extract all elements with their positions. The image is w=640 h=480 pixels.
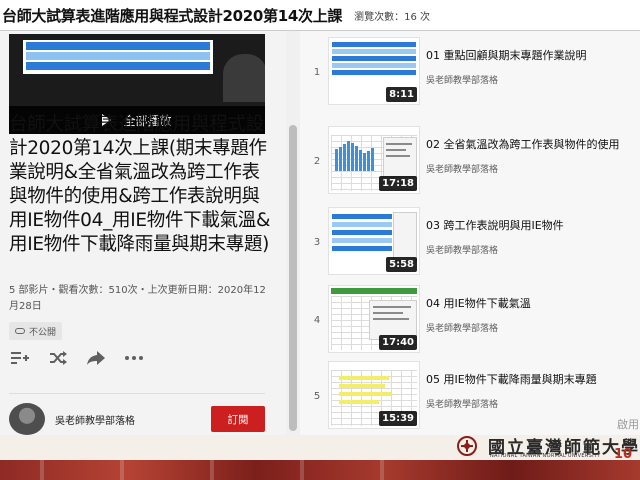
video-duration: 5:58 (386, 257, 417, 272)
channel-name[interactable]: 吳老師教學部落格 (55, 412, 211, 427)
slide-title: 台師大試算表進階應用與程式設計2020第14次上課 (2, 6, 343, 25)
sheet-band (332, 56, 416, 61)
university-logo-icon (457, 436, 477, 456)
playlist-video-item[interactable]: 2 17:18 02 全省氣溫改為跨工作表與物件的使用 吳老師教學部落格 (300, 122, 640, 200)
spreadsheet-preview (23, 40, 213, 74)
video-channel[interactable]: 吳老師教學部落格 (426, 397, 498, 410)
slide-header: 台師大試算表進階應用與程式設計2020第14次上課 瀏覽次數：16 次 (0, 0, 640, 30)
playlist-video-list: 1 8:11 01 重點回顧與期末專題作業說明 吳老師教學部落格 2 17:18… (300, 31, 640, 435)
link-icon (15, 328, 25, 334)
video-duration: 15:39 (379, 411, 417, 426)
video-title[interactable]: 01 重點回顧與期末專題作業說明 (426, 47, 638, 63)
playlist-video-item[interactable]: 5 15:39 05 用IE物件下載降雨量與期末專題 吳老師教學部落格 (300, 357, 640, 435)
video-index: 1 (313, 66, 321, 78)
video-thumbnail[interactable]: 15:39 (328, 361, 420, 429)
video-thumbnail[interactable]: 17:18 (328, 126, 420, 194)
video-duration: 17:40 (379, 335, 417, 350)
video-thumbnail[interactable]: 17:40 (328, 285, 420, 353)
privacy-badge[interactable]: 不公開 (9, 322, 63, 340)
left-scrollbar[interactable] (286, 31, 300, 435)
sheet-band (332, 49, 416, 54)
channel-row: 吳老師教學部落格 訂閱 (9, 403, 265, 435)
subscribe-button[interactable]: 訂閱 (211, 406, 265, 432)
shuffle-icon[interactable] (47, 348, 69, 368)
playlist-info-panel: 全部播放 台師大試算表進階應用與程式設計2020第14次上課(期末專題作業說明&… (0, 31, 286, 435)
playlist-title: 台師大試算表進階應用與程式設計2020第14次上課(期末專題作業說明&全省氣溫改… (9, 114, 271, 255)
video-channel[interactable]: 吳老師教學部落格 (426, 73, 498, 86)
video-title[interactable]: 02 全省氣溫改為跨工作表與物件的使用 (426, 136, 638, 152)
presenter-image (223, 54, 265, 102)
university-name-en: NATIONAL TAIWAN NORMAL UNIVERSITY (490, 453, 601, 459)
video-index: 3 (313, 236, 321, 248)
video-index: 4 (313, 314, 321, 326)
video-channel[interactable]: 吳老師教學部落格 (426, 162, 498, 175)
highlight-row (339, 392, 391, 396)
video-channel[interactable]: 吳老師教學部落格 (426, 243, 498, 256)
side-panel (393, 212, 417, 262)
sheet-header-band (332, 214, 392, 219)
highlight-row (339, 400, 379, 404)
channel-avatar[interactable] (9, 403, 45, 435)
video-index: 5 (313, 390, 321, 402)
video-title[interactable]: 03 跨工作表說明與用IE物件 (426, 217, 638, 233)
share-icon[interactable] (85, 348, 107, 368)
slide-page-number: 10 (614, 447, 633, 462)
playlist-stats: 5 部影片・觀看次數：510次・上次更新日期：2020年12月28日 (9, 285, 266, 312)
sheet-band (332, 246, 392, 251)
highlight-row (339, 376, 389, 380)
playlist-video-item[interactable]: 3 5:58 03 跨工作表說明與用IE物件 吳老師教學部落格 (300, 203, 640, 281)
view-count: 瀏覽次數：16 次 (354, 11, 431, 23)
video-title[interactable]: 04 用IE物件下載氣溫 (426, 295, 638, 311)
video-duration: 17:18 (379, 176, 417, 191)
sheet-band (332, 222, 392, 227)
chart-preview (335, 141, 379, 171)
video-channel[interactable]: 吳老師教學部落格 (426, 321, 498, 334)
university-banner: 國立臺灣師範大學 NATIONAL TAIWAN NORMAL UNIVERSI… (0, 435, 640, 480)
video-title[interactable]: 05 用IE物件下載降雨量與期末專題 (426, 371, 638, 387)
video-duration: 8:11 (386, 87, 417, 102)
sheet-band (332, 70, 416, 75)
excel-ribbon (331, 288, 417, 294)
sheet-band (332, 238, 392, 243)
campus-photo-strip (0, 460, 640, 480)
playlist-add-icon[interactable] (9, 348, 31, 368)
playlist-video-item[interactable]: 4 17:40 04 用IE物件下載氣溫 吳老師教學部落格 (300, 281, 640, 359)
playlist-actions (9, 348, 161, 368)
more-horizontal-icon[interactable] (123, 348, 145, 368)
scrollbar-thumb[interactable] (289, 125, 297, 431)
channel-divider (9, 393, 265, 394)
sheet-band (332, 63, 416, 68)
sheet-header-band (332, 42, 416, 47)
privacy-label: 不公開 (29, 327, 57, 338)
sheet-band (332, 230, 392, 235)
video-thumbnail[interactable]: 5:58 (328, 207, 420, 275)
video-thumbnail[interactable]: 8:11 (328, 37, 420, 105)
activation-watermark: 啟用 (617, 418, 639, 431)
highlight-row (339, 384, 385, 388)
video-index: 2 (313, 155, 321, 167)
playlist-video-item[interactable]: 1 8:11 01 重點回顧與期末專題作業說明 吳老師教學部落格 (300, 33, 640, 111)
